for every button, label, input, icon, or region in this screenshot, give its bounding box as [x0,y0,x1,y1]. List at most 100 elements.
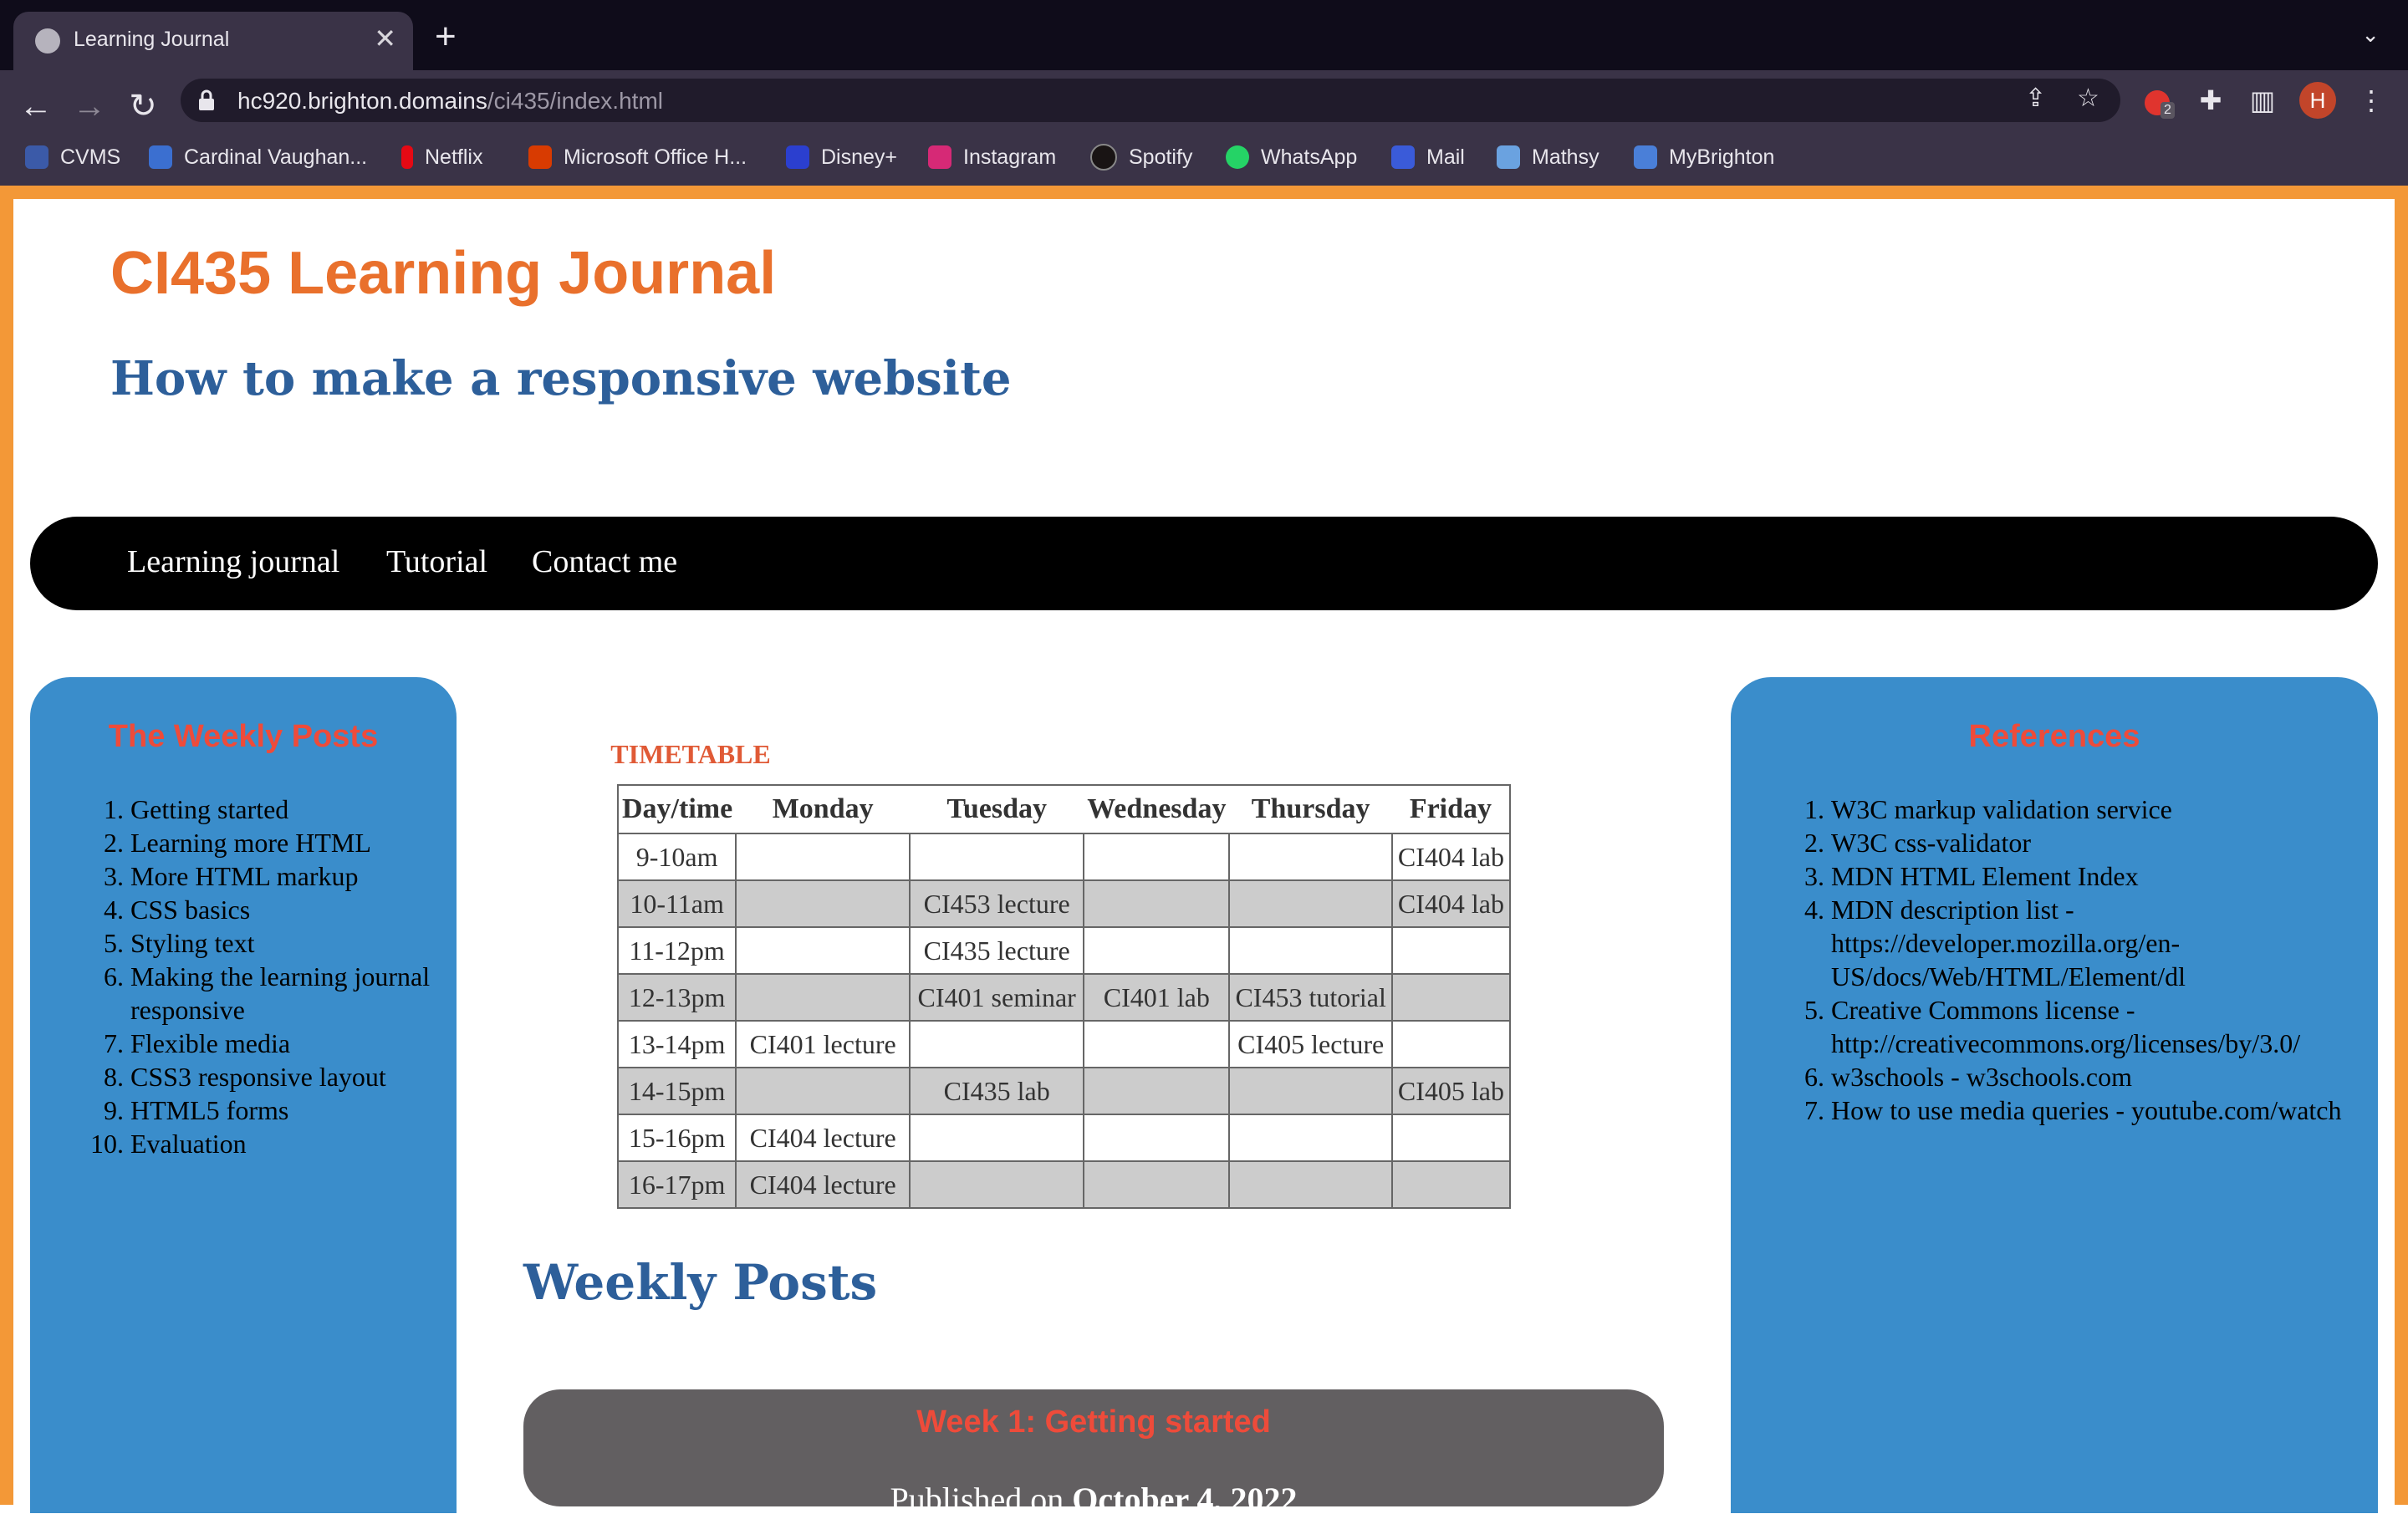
table-cell: CI435 lab [909,1067,1085,1115]
bookmark-cvms[interactable]: CVMS [25,135,120,179]
puzzle-icon[interactable]: ✚ [2191,80,2231,120]
sidebar-heading: References [1968,719,2140,754]
bookmark-label: Disney+ [821,145,898,169]
bookmark-disney[interactable]: Disney+ [786,135,897,179]
new-tab-icon[interactable]: + [435,18,457,55]
tab-strip: Learning Journal ✕ + ⌄ [0,0,2408,70]
table-cell [1083,926,1231,975]
disney-icon [786,145,809,169]
address-bar[interactable]: hc920.brighton.domains/ci435/index.html … [181,79,2120,122]
bookmark-spotify[interactable]: Spotify [1090,135,1192,179]
bookmark-instagram[interactable]: Instagram [928,135,1056,179]
header-cell: Wednesday [1084,785,1230,833]
bookmark-microsoft-office[interactable]: Microsoft Office H... [528,135,747,179]
table-cell [1083,1020,1231,1068]
table-cell: CI404 lab [1390,833,1511,881]
mail-icon [1391,145,1415,169]
browser-tab[interactable]: Learning Journal ✕ [13,12,413,70]
table-cell: CI404 lecture [735,1160,911,1209]
bookmark-mail[interactable]: Mail [1391,135,1465,179]
published-prefix: Published on [890,1481,1064,1518]
back-icon[interactable]: ← [15,85,57,127]
url-text[interactable]: hc920.brighton.domains/ci435/index.html [237,88,663,115]
close-tab-icon[interactable]: ✕ [374,23,396,54]
table-cell [1083,1160,1231,1209]
bookmark-label: Netflix [425,145,483,169]
table-cell [1390,926,1511,975]
references-list: W3C markup validation service W3C css-va… [1831,793,2366,1127]
reload-icon[interactable]: ↻ [122,85,164,127]
weekly-posts-list: Getting started Learning more HTML More … [130,793,440,1160]
references-sidebar: References W3C markup validation service… [1731,677,2378,1513]
table-cell [1083,1067,1231,1115]
table-cell [735,833,911,881]
whatsapp-icon [1226,145,1249,169]
bookmark-label: WhatsApp [1261,145,1358,169]
table-cell [735,926,911,975]
chevron-down-icon[interactable]: ⌄ [2361,22,2380,48]
netflix-icon [401,145,413,169]
table-cell [1228,833,1393,881]
site-subtitle: How to make a responsive website [110,351,1012,406]
forward-icon[interactable]: → [69,85,110,127]
timetable-header-row: Day/time Monday Tuesday Wednesday Thursd… [618,785,1510,833]
share-icon[interactable]: ⇪ [2025,84,2046,113]
list-item[interactable]: Learning more HTML [130,826,440,859]
list-item[interactable]: w3schools - w3schools.com [1831,1060,2366,1093]
globe-icon [35,28,60,54]
table-cell [1083,879,1231,928]
list-item[interactable]: MDN HTML Element Index [1831,859,2366,893]
post-title: Week 1: Getting started [916,1404,1271,1440]
table-row: 9-10am CI404 lab [616,833,1511,881]
bookmark-label: Mathsy [1532,145,1599,169]
list-item[interactable]: HTML5 forms [130,1093,440,1127]
list-item[interactable]: Making the learning journal responsive [130,960,440,1027]
table-cell [909,1114,1085,1162]
bookmark-label: CVMS [60,145,121,169]
header-cell: Monday [736,785,911,833]
list-item[interactable]: CSS basics [130,893,440,926]
list-item[interactable]: Evaluation [130,1127,440,1160]
bookmark-label: Microsoft Office H... [564,145,747,169]
list-item[interactable]: W3C markup validation service [1831,793,2366,826]
nav-learning-journal[interactable]: Learning journal [127,543,339,580]
bookmark-label: Instagram [963,145,1057,169]
bookmark-mybrighton[interactable]: MyBrighton [1634,135,1774,179]
list-item[interactable]: Styling text [130,926,440,960]
list-item[interactable]: Flexible media [130,1027,440,1060]
main-nav: Learning journal Tutorial Contact me [30,517,2378,610]
table-cell [909,1020,1085,1068]
weekly-posts-sidebar: The Weekly Posts Getting started Learnin… [30,677,457,1513]
bookmark-whatsapp[interactable]: WhatsApp [1226,135,1357,179]
table-row: 13-14pm CI401 lecture CI405 lecture [616,1020,1511,1068]
table-cell: CI453 lecture [909,879,1085,928]
nav-tutorial[interactable]: Tutorial [386,543,487,580]
time-cell: 14-15pm [616,1067,737,1115]
list-item[interactable]: CSS3 responsive layout [130,1060,440,1093]
list-item[interactable]: How to use media queries - youtube.com/w… [1831,1093,2366,1127]
bookmark-label: Spotify [1129,145,1193,169]
list-item[interactable]: W3C css-validator [1831,826,2366,859]
kebab-menu-icon[interactable]: ⋮ [2351,80,2391,120]
star-icon[interactable]: ☆ [2077,84,2099,113]
avatar[interactable]: H [2299,82,2336,119]
nav-contact-me[interactable]: Contact me [532,543,677,580]
table-cell [735,1067,911,1115]
table-cell: CI405 lab [1390,1067,1511,1115]
extension-icon[interactable]: 2 [2137,80,2177,120]
list-item[interactable]: Getting started [130,793,440,826]
header-cell: Thursday [1229,785,1392,833]
table-cell: CI401 lecture [735,1020,911,1068]
list-item[interactable]: More HTML markup [130,859,440,893]
bookmark-mathsy[interactable]: Mathsy [1497,135,1599,179]
bookmark-netflix[interactable]: Netflix [401,135,482,179]
side-panel-icon[interactable]: ▥ [2242,80,2283,120]
url-host: hc920.brighton.domains [237,88,487,114]
mybrighton-icon [1634,145,1657,169]
list-item[interactable]: MDN description list - https://developer… [1831,893,2366,993]
bookmark-cardinal-vaughan[interactable]: Cardinal Vaughan... [149,135,367,179]
list-item[interactable]: Creative Commons license - http://creati… [1831,993,2366,1060]
time-cell: 11-12pm [616,926,737,975]
table-cell [909,833,1085,881]
table-cell [909,1160,1085,1209]
